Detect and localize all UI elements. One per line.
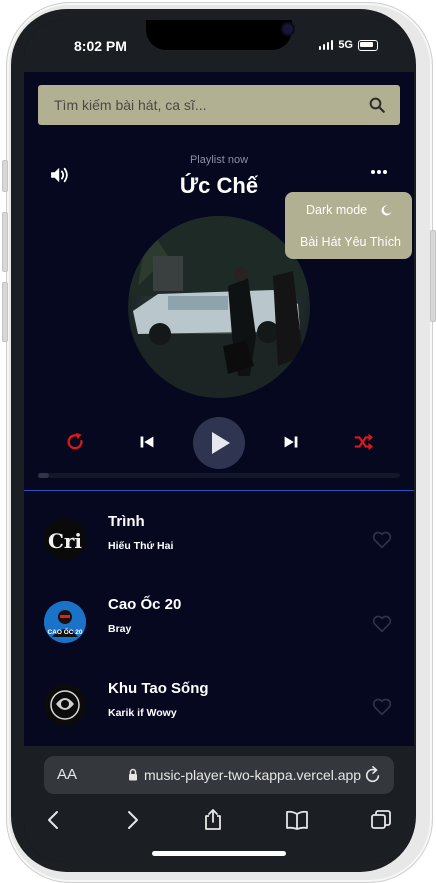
- home-indicator: [152, 851, 286, 856]
- status-indicators: 5G: [318, 39, 378, 51]
- thumbnail-text: Cri: [48, 529, 82, 553]
- play-button[interactable]: [193, 417, 245, 469]
- song-list: Cri Trình Hiếu Thứ Hai CAO ỐC 20 Cao Ốc …: [24, 491, 414, 746]
- text-size-button[interactable]: AA: [57, 766, 77, 783]
- song-title: Cao Ốc 20: [108, 596, 182, 613]
- search-bar: [38, 85, 400, 125]
- next-icon[interactable]: [280, 431, 302, 453]
- volume-up-button: [2, 212, 8, 272]
- player-section: Playlist now Ức Chế Dark: [24, 72, 414, 492]
- shuffle-icon[interactable]: [352, 431, 374, 453]
- song-title: Khu Tao Sống: [108, 680, 209, 697]
- browser-toolbar: AA music-player-two-kappa.vercel.app: [24, 746, 414, 862]
- camera-icon: [283, 24, 293, 34]
- heart-icon[interactable]: [372, 531, 392, 549]
- heart-icon[interactable]: [372, 698, 392, 716]
- prev-icon[interactable]: [136, 431, 158, 453]
- song-artist: Hiếu Thứ Hai: [108, 540, 174, 552]
- volume-down-button: [2, 282, 8, 342]
- forward-icon[interactable]: [120, 808, 144, 832]
- song-item[interactable]: CAO ỐC 20 Cao Ốc 20 Bray: [24, 575, 414, 659]
- song-thumbnail: [44, 684, 86, 726]
- power-button: [430, 230, 436, 322]
- playlist-label: Playlist now: [189, 154, 249, 166]
- screen: 8:02 PM 5G Playlist now Ức Chế: [24, 20, 414, 862]
- song-title: Trình: [108, 513, 145, 530]
- network-label: 5G: [338, 39, 353, 51]
- playback-controls: [24, 417, 414, 469]
- dark-mode-label: Dark mode: [306, 203, 368, 217]
- share-icon[interactable]: [201, 808, 225, 832]
- thumbnail-image: CAO ỐC 20: [44, 601, 86, 643]
- battery-icon: [358, 39, 378, 51]
- lock-icon: [129, 768, 137, 781]
- reload-icon[interactable]: [364, 765, 382, 785]
- address-bar[interactable]: AA music-player-two-kappa.vercel.app: [44, 756, 394, 794]
- song-artist: Karik if Wowy: [108, 707, 177, 719]
- repeat-icon[interactable]: [64, 431, 86, 453]
- song-thumbnail: Cri: [44, 518, 86, 560]
- signal-icon: [318, 40, 334, 50]
- tabs-icon[interactable]: [369, 808, 393, 832]
- url-text: music-player-two-kappa.vercel.app: [144, 767, 362, 783]
- favorites-menu-item[interactable]: Bài Hát Yêu Thích: [300, 235, 401, 249]
- heart-icon[interactable]: [372, 615, 392, 633]
- bookmarks-icon[interactable]: [285, 808, 309, 832]
- back-icon[interactable]: [42, 808, 66, 832]
- side-button: [2, 160, 8, 192]
- song-thumbnail: CAO ỐC 20: [44, 601, 86, 643]
- options-menu: Dark mode Bài Hát Yêu Thích: [285, 192, 412, 259]
- thumbnail-image: [44, 684, 86, 726]
- play-icon: [212, 432, 230, 454]
- thumbnail-image: Cri: [44, 518, 86, 560]
- status-bar: 8:02 PM 5G: [24, 20, 414, 72]
- song-item[interactable]: Cri Trình Hiếu Thứ Hai: [24, 491, 414, 575]
- dark-mode-toggle[interactable]: Dark mode: [306, 203, 392, 217]
- song-item[interactable]: Khu Tao Sống Karik if Wowy: [24, 659, 414, 743]
- progress-bar[interactable]: [38, 473, 400, 478]
- notch: [146, 20, 293, 50]
- album-art: [128, 216, 310, 398]
- moon-icon: [381, 204, 392, 215]
- album-photo: [128, 216, 310, 398]
- search-icon[interactable]: [368, 96, 386, 114]
- search-input[interactable]: [38, 85, 364, 125]
- more-icon[interactable]: [370, 168, 388, 176]
- status-time: 8:02 PM: [74, 38, 127, 54]
- progress-fill: [38, 473, 49, 478]
- browser-nav: [24, 808, 414, 838]
- song-artist: Bray: [108, 623, 132, 635]
